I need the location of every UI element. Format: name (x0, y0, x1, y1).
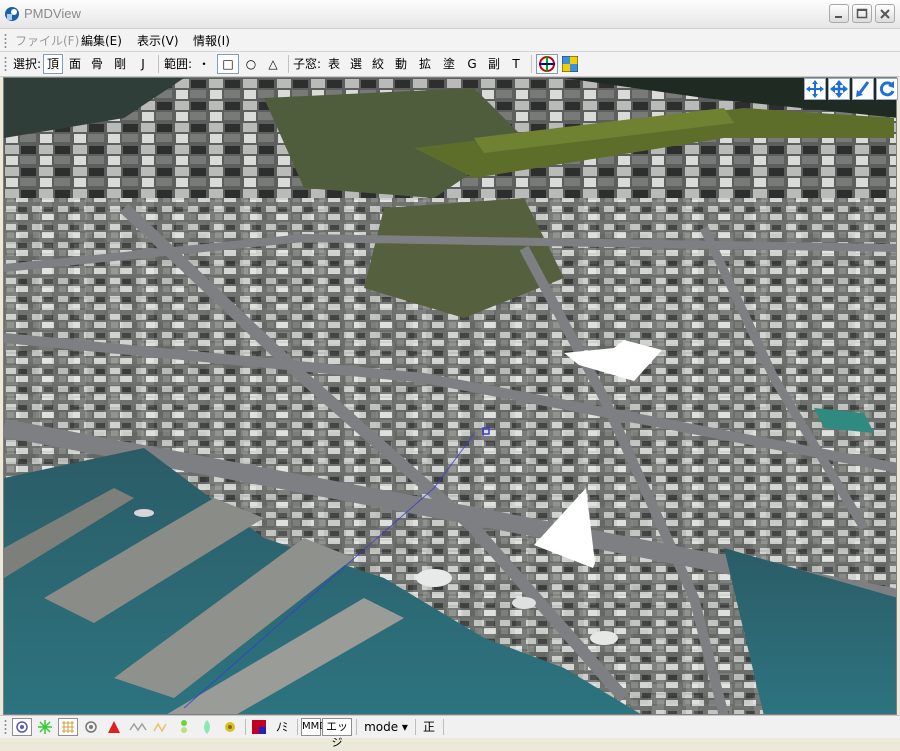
edge-button[interactable]: エッジ (322, 718, 352, 749)
color-button[interactable] (249, 718, 269, 736)
child-move-button[interactable]: 動 (390, 54, 412, 74)
pan-button[interactable] (828, 78, 850, 100)
axis-toggle-button[interactable] (536, 54, 558, 74)
maximize-icon (856, 8, 868, 19)
select-joint-button[interactable]: J (133, 54, 153, 74)
statusbar-separator (245, 719, 246, 735)
city-scene (4, 78, 896, 714)
statusbar-separator (443, 719, 444, 735)
toolbar-grip[interactable] (4, 56, 7, 72)
grid-toggle-button[interactable] (560, 54, 580, 74)
morph-icon (181, 720, 187, 733)
select-face-button[interactable]: 面 (65, 54, 85, 74)
statusbar-separator (415, 719, 416, 735)
range-rect-button[interactable]: □ (217, 54, 239, 74)
bone-icon (153, 722, 167, 733)
display-rigid-button[interactable] (197, 718, 217, 736)
child-text-button[interactable]: T (506, 54, 526, 74)
toolbar: 選択: 頂 面 骨 剛 J 範囲: ・ □ ○ △ 子窓: 表 選 絞 動 拡 … (0, 52, 900, 77)
target-icon (16, 721, 28, 733)
menu-bar: ファイル(F) 編集(E) 表示(V) 情報(I) (0, 29, 900, 52)
move-icon (806, 80, 824, 98)
minimize-icon (835, 16, 842, 18)
menu-info[interactable]: 情報(I) (193, 32, 230, 49)
3d-viewport[interactable] (3, 77, 897, 715)
select-rigid-button[interactable]: 剛 (109, 54, 131, 74)
select-bone-button[interactable]: 骨 (87, 54, 107, 74)
child-paint-button[interactable]: 塗 (438, 54, 460, 74)
menubar-grip[interactable] (4, 33, 7, 49)
wire-icon (62, 721, 74, 733)
bottom-toolbar: ﾉﾐ MMD エッジ mode ▾ 正 (0, 715, 900, 749)
display-joint-button[interactable] (220, 718, 240, 736)
color-swatch-icon (252, 720, 266, 734)
menu-file[interactable]: ファイル(F) (15, 32, 79, 49)
rotate-button[interactable] (876, 78, 898, 100)
menu-edit[interactable]: 編集(E) (81, 32, 122, 49)
statusbar-separator (297, 719, 298, 735)
select-vertex-button[interactable]: 頂 (43, 54, 63, 74)
front-view-button[interactable]: 正 (419, 718, 439, 736)
statusbar-grip[interactable] (4, 719, 7, 735)
toolbar-separator (288, 55, 289, 73)
point-icon (85, 721, 97, 733)
child-sub-button[interactable]: 副 (484, 54, 504, 74)
toolbar-separator (158, 55, 159, 73)
spark-icon (38, 720, 52, 734)
triangle-icon (108, 721, 120, 733)
range-point-button[interactable]: ・ (195, 54, 213, 74)
display-normals-button[interactable] (35, 718, 55, 736)
display-point-button[interactable] (81, 718, 101, 736)
axis-icon (539, 56, 555, 72)
grid-icon (561, 55, 579, 73)
close-icon (880, 9, 890, 19)
move-button[interactable] (804, 78, 826, 100)
child-filter-button[interactable]: 絞 (368, 54, 388, 74)
rigid-icon (204, 720, 210, 734)
child-window-label: 子窓: (292, 57, 322, 71)
range-circle-button[interactable]: ○ (241, 54, 261, 74)
app-icon (5, 7, 19, 21)
select-label: 選択: (12, 57, 42, 71)
mode-dropdown[interactable]: mode ▾ (360, 718, 412, 736)
statusbar-separator (356, 719, 357, 735)
display-vertex-button[interactable] (12, 718, 32, 736)
title-bar: PMDView (0, 0, 900, 29)
range-label: 範囲: (163, 57, 193, 71)
pan-icon (830, 80, 848, 98)
display-bone-button[interactable] (151, 718, 171, 736)
child-group-button[interactable]: G (462, 54, 482, 74)
display-morph-button[interactable] (174, 718, 194, 736)
child-table-button[interactable]: 表 (324, 54, 344, 74)
child-scale-button[interactable]: 拡 (414, 54, 436, 74)
display-texture-button[interactable] (127, 718, 149, 736)
mmd-button[interactable]: MMD (301, 718, 327, 736)
minimize-button[interactable] (829, 4, 849, 23)
toolbar-separator (531, 55, 532, 73)
rotate-icon (879, 81, 895, 97)
maximize-button[interactable] (852, 4, 872, 23)
zoom-button[interactable] (852, 78, 874, 100)
display-wire-button[interactable] (58, 718, 78, 736)
range-triangle-button[interactable]: △ (263, 54, 283, 74)
display-face-button[interactable] (104, 718, 124, 736)
wave-icon (129, 722, 147, 732)
close-button[interactable] (875, 4, 895, 23)
window-title: PMDView (24, 6, 81, 21)
zoom-icon (856, 81, 870, 97)
cut-only-button[interactable]: ﾉﾐ (271, 718, 293, 736)
joint-icon (225, 722, 235, 732)
child-select-button[interactable]: 選 (346, 54, 366, 74)
menu-view[interactable]: 表示(V) (137, 32, 179, 49)
